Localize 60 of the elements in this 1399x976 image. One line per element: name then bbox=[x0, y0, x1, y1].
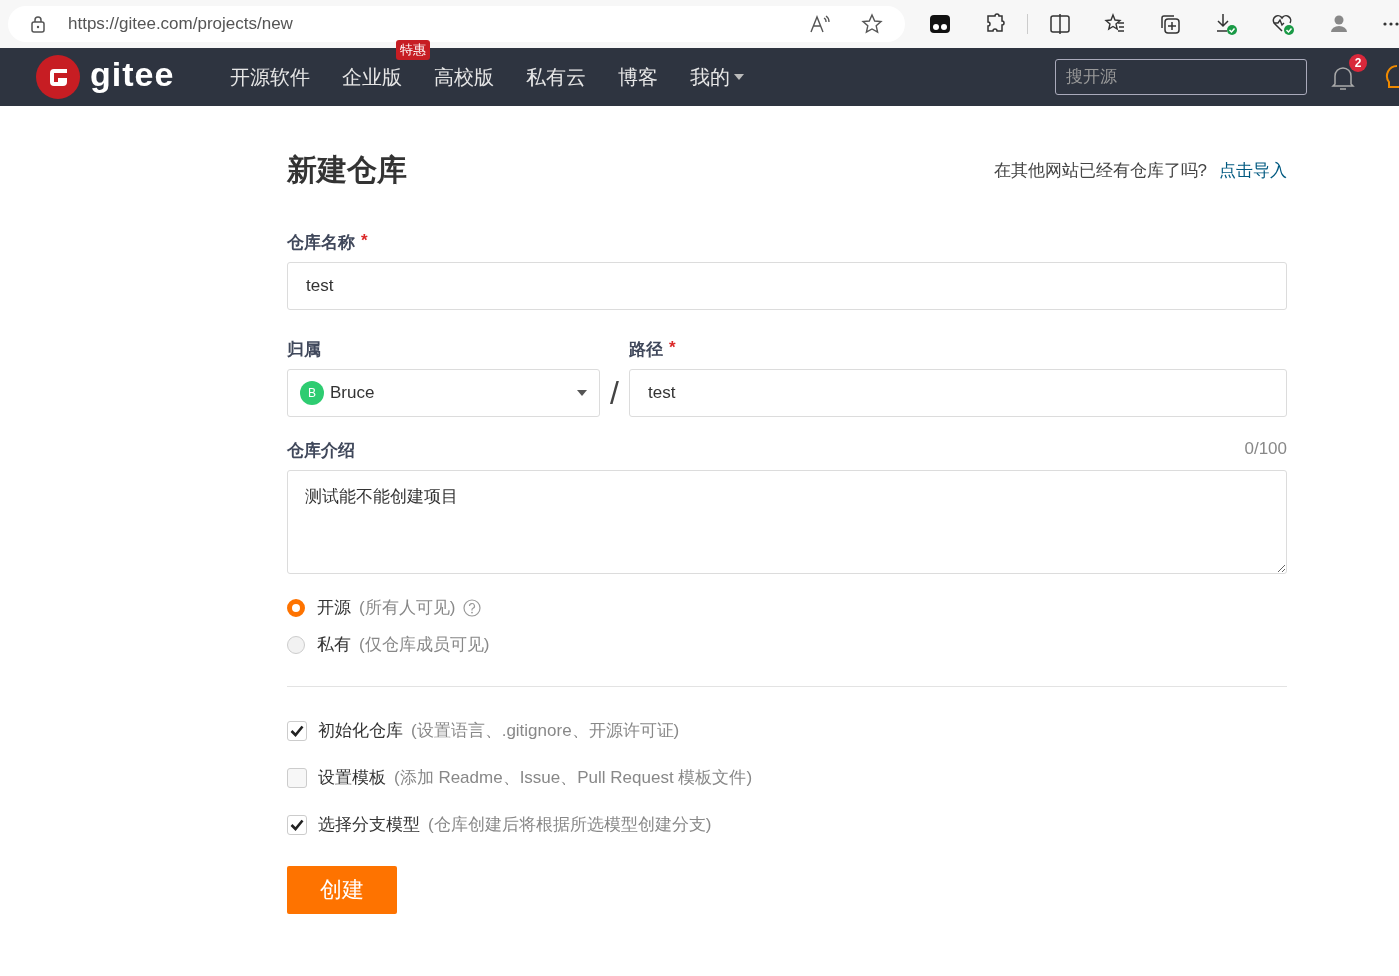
more-icon[interactable] bbox=[1383, 21, 1399, 27]
field-label: 仓库介绍 bbox=[287, 440, 355, 462]
option-hint: (添加 Readme、Issue、Pull Request 模板文件) bbox=[394, 767, 753, 789]
radio-label[interactable]: 私有 bbox=[317, 633, 351, 656]
option-hint: (仅仓库成员可见) bbox=[359, 634, 490, 656]
nav-link[interactable]: 博客 bbox=[618, 63, 659, 91]
bell-icon[interactable] bbox=[1331, 64, 1355, 92]
extension-icon[interactable] bbox=[929, 13, 951, 35]
puzzle-icon[interactable] bbox=[984, 13, 1006, 35]
caret-icon bbox=[577, 390, 587, 396]
logo-icon[interactable] bbox=[36, 55, 80, 99]
owner-dropdown[interactable]: B Bruce bbox=[287, 369, 600, 417]
url-text: https://gitee.com/projects/new bbox=[68, 14, 294, 34]
nav-link[interactable]: 私有云 bbox=[526, 63, 587, 91]
nav-link[interactable]: 企业版 bbox=[342, 63, 403, 91]
checkbox-label[interactable]: 初始化仓库 bbox=[318, 719, 403, 742]
character-counter: 0/100 bbox=[1244, 439, 1287, 460]
logo-text[interactable]: gitee bbox=[90, 54, 175, 94]
field-label: 路径 bbox=[629, 339, 663, 361]
path-field[interactable]: test bbox=[629, 369, 1287, 417]
notification-badge: 2 bbox=[1349, 54, 1367, 72]
promo-badge: 特惠 bbox=[396, 39, 431, 60]
favorites-icon[interactable] bbox=[1104, 13, 1126, 35]
search-field[interactable]: 搜开源 bbox=[1055, 59, 1307, 95]
radio-button[interactable] bbox=[287, 598, 305, 617]
checkbox[interactable] bbox=[287, 814, 307, 835]
import-link[interactable]: 点击导入 bbox=[1219, 159, 1287, 182]
avatar-icon: B bbox=[300, 381, 324, 405]
field-label: 仓库名称 bbox=[287, 232, 355, 254]
page-title: 新建仓库 bbox=[287, 152, 407, 188]
profile-icon[interactable] bbox=[1328, 13, 1350, 35]
star-icon[interactable] bbox=[861, 13, 883, 35]
caret-icon[interactable] bbox=[734, 74, 745, 80]
help-icon[interactable] bbox=[463, 598, 482, 617]
split-screen-icon[interactable] bbox=[1049, 13, 1071, 35]
collections-icon[interactable] bbox=[1159, 13, 1181, 35]
read-aloud-icon[interactable] bbox=[809, 14, 831, 34]
lock-icon bbox=[30, 15, 46, 33]
field-label: 归属 bbox=[287, 339, 321, 361]
heart-pulse-icon[interactable] bbox=[1271, 12, 1295, 36]
nav-link[interactable]: 高校版 bbox=[434, 63, 495, 91]
option-hint: (仓库创建后将根据所选模型创建分支) bbox=[428, 814, 712, 836]
option-hint: (所有人可见) bbox=[359, 597, 456, 619]
repo-name-field[interactable]: test bbox=[287, 262, 1287, 310]
description-field[interactable]: 测试能不能创建项目 bbox=[287, 470, 1287, 574]
checkbox[interactable] bbox=[287, 767, 307, 788]
address-bar[interactable]: https://gitee.com/projects/new bbox=[8, 6, 905, 42]
checkbox[interactable] bbox=[287, 720, 307, 741]
nav-link[interactable]: 我的 bbox=[690, 63, 731, 91]
required-mark: * bbox=[361, 231, 368, 252]
checkbox-label[interactable]: 设置模板 bbox=[318, 766, 386, 789]
nav-link[interactable]: 开源软件 bbox=[230, 63, 311, 91]
checkbox-label[interactable]: 选择分支模型 bbox=[318, 813, 420, 836]
import-prompt: 在其他网站已经有仓库了吗? bbox=[993, 160, 1207, 182]
path-separator: / bbox=[609, 374, 620, 413]
option-hint: (设置语言、.gitignore、开源许可证) bbox=[411, 720, 680, 742]
radio-label[interactable]: 开源 bbox=[317, 596, 351, 619]
download-icon[interactable] bbox=[1214, 12, 1238, 36]
radio-button[interactable] bbox=[287, 635, 305, 654]
required-mark: * bbox=[669, 338, 676, 359]
